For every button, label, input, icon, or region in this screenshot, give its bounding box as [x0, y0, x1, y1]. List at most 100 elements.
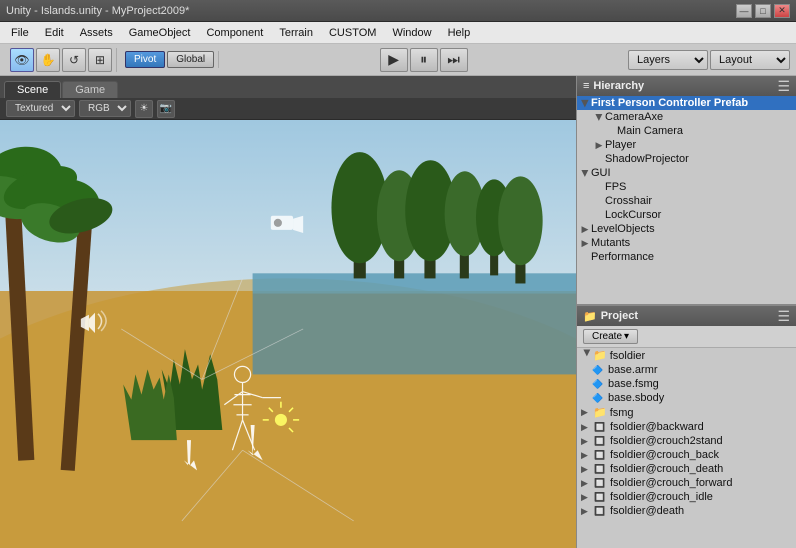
- eye-tool-button[interactable]: 👁: [10, 48, 34, 72]
- hierarchy-item-mutants[interactable]: ▶ Mutants: [577, 236, 796, 250]
- file-icon: 🔷: [591, 379, 605, 390]
- mutants-arrow: ▶: [579, 238, 591, 249]
- project-item-fsmg-folder[interactable]: ▶ 📁 fsmg: [577, 405, 796, 420]
- scene-game-tabs: Scene Game: [0, 76, 576, 98]
- hierarchy-header: ≡ Hierarchy ☰: [577, 76, 796, 96]
- project-item-fsoldier-crouch-idle[interactable]: ▶ 🔲 fsoldier@crouch_idle: [577, 490, 796, 504]
- step-button[interactable]: ⏭: [440, 48, 468, 72]
- main-area: Scene Game Textured RGB ☀ 📷: [0, 76, 796, 548]
- viewport[interactable]: [0, 120, 576, 548]
- fsmg-expand-icon: ▶: [581, 407, 593, 418]
- hierarchy-item-levelobjects[interactable]: ▶ LevelObjects: [577, 222, 796, 236]
- menu-assets[interactable]: Assets: [73, 25, 120, 41]
- rotate-tool-button[interactable]: ↺: [62, 48, 86, 72]
- project-header: 📁 Project ☰: [577, 306, 796, 326]
- hierarchy-item-fps[interactable]: FPS: [577, 180, 796, 194]
- cameraaxe-label: CameraAxe: [605, 111, 663, 123]
- hierarchy-item-maincamera[interactable]: Main Camera: [577, 124, 796, 138]
- hierarchy-item-crosshair[interactable]: Crosshair: [577, 194, 796, 208]
- project-content[interactable]: ▶ 📁 fsoldier 🔷 base.armr 🔷 base.fsmg 🔷: [577, 348, 796, 548]
- layers-group: Layers Layout: [628, 50, 790, 70]
- play-controls: ▶ ⏸ ⏭: [380, 48, 468, 72]
- shading-dropdown[interactable]: Textured: [6, 100, 75, 117]
- scene-canvas: [0, 120, 576, 548]
- file-icon: 🔷: [591, 393, 605, 404]
- shadowprojector-label: ShadowProjector: [605, 153, 689, 165]
- project-item-fsoldier-backward[interactable]: ▶ 🔲 fsoldier@backward: [577, 420, 796, 434]
- fsoldier-crouch-forward-label: fsoldier@crouch_forward: [610, 477, 732, 489]
- pivot-button[interactable]: Pivot: [125, 51, 165, 68]
- tab-scene[interactable]: Scene: [4, 81, 61, 98]
- play-button[interactable]: ▶: [380, 48, 408, 72]
- project-item-fsoldier-folder[interactable]: ▶ 📁 fsoldier: [577, 348, 796, 363]
- sky-layer: [0, 120, 576, 291]
- project-icon: 📁: [583, 310, 597, 323]
- grid-tool-button[interactable]: ⊞: [88, 48, 112, 72]
- fsoldier-crouch-death-label: fsoldier@crouch_death: [610, 463, 723, 475]
- menu-edit[interactable]: Edit: [38, 25, 71, 41]
- pause-button[interactable]: ⏸: [410, 48, 438, 72]
- fsoldier-crouch-back-label: fsoldier@crouch_back: [610, 449, 719, 461]
- project-item-fsoldier-crouch-back[interactable]: ▶ 🔲 fsoldier@crouch_back: [577, 448, 796, 462]
- hierarchy-item-fpc[interactable]: ▶ First Person Controller Prefab: [577, 96, 796, 110]
- sun-icon-button[interactable]: ☀: [135, 100, 153, 118]
- project-item-base-fsmg[interactable]: 🔷 base.fsmg: [577, 377, 796, 391]
- global-button[interactable]: Global: [167, 51, 214, 68]
- main-toolbar: 👁 ✋ ↺ ⊞ Pivot Global ▶ ⏸ ⏭ Layers Layou: [0, 44, 796, 76]
- fps-label: FPS: [605, 181, 626, 193]
- hand-icon: ✋: [41, 53, 56, 67]
- mesh-icon: 🔲: [593, 450, 607, 461]
- hand-tool-button[interactable]: ✋: [36, 48, 60, 72]
- fsoldier-folder-label: fsoldier: [610, 350, 645, 362]
- mesh-icon: 🔲: [593, 436, 607, 447]
- layers-dropdown[interactable]: Layers: [628, 50, 708, 70]
- menu-terrain[interactable]: Terrain: [272, 25, 320, 41]
- hierarchy-item-cameraaxe[interactable]: ▶ CameraAxe: [577, 110, 796, 124]
- create-chevron: ▾: [624, 331, 629, 342]
- hierarchy-item-lockcursor[interactable]: LockCursor: [577, 208, 796, 222]
- levelobjects-label: LevelObjects: [591, 223, 655, 235]
- rotate-icon: ↺: [69, 53, 79, 67]
- tool-group-view: 👁 ✋ ↺ ⊞: [6, 48, 117, 72]
- crouch-back-expand-icon: ▶: [581, 450, 593, 461]
- death-expand-icon: ▶: [581, 506, 593, 517]
- menu-custom[interactable]: CUSTOM: [322, 25, 383, 41]
- hierarchy-item-player[interactable]: ▶ Player: [577, 138, 796, 152]
- fsoldier-crouch2stand-label: fsoldier@crouch2stand: [610, 435, 723, 447]
- minimize-button[interactable]: —: [736, 4, 752, 18]
- color-dropdown[interactable]: RGB: [79, 100, 131, 117]
- create-button[interactable]: Create ▾: [583, 329, 638, 344]
- menu-file[interactable]: File: [4, 25, 36, 41]
- player-arrow: ▶: [593, 140, 605, 151]
- camera-icon-button[interactable]: 📷: [157, 100, 175, 118]
- project-item-base-armr[interactable]: 🔷 base.armr: [577, 363, 796, 377]
- crouch-idle-expand-icon: ▶: [581, 492, 593, 503]
- base-sbody-label: base.sbody: [608, 392, 664, 404]
- tab-game[interactable]: Game: [62, 81, 118, 98]
- sun-icon: ☀: [140, 103, 149, 114]
- project-menu-button[interactable]: ☰: [777, 308, 790, 325]
- menu-component[interactable]: Component: [199, 25, 270, 41]
- project-panel: 📁 Project ☰ Create ▾ ▶ 📁 fsoldier: [577, 306, 796, 548]
- project-item-fsoldier-crouch-forward[interactable]: ▶ 🔲 fsoldier@crouch_forward: [577, 476, 796, 490]
- hierarchy-item-shadowprojector[interactable]: ShadowProjector: [577, 152, 796, 166]
- menu-bar: File Edit Assets GameObject Component Te…: [0, 22, 796, 44]
- menu-help[interactable]: Help: [441, 25, 478, 41]
- hierarchy-content[interactable]: ▶ First Person Controller Prefab ▶ Camer…: [577, 96, 796, 306]
- base-fsmg-label: base.fsmg: [608, 378, 659, 390]
- project-item-fsoldier-crouch-death[interactable]: ▶ 🔲 fsoldier@crouch_death: [577, 462, 796, 476]
- layout-dropdown[interactable]: Layout: [710, 50, 790, 70]
- project-item-base-sbody[interactable]: 🔷 base.sbody: [577, 391, 796, 405]
- hierarchy-menu-button[interactable]: ☰: [777, 78, 790, 95]
- lockcursor-label: LockCursor: [605, 209, 661, 221]
- menu-window[interactable]: Window: [385, 25, 438, 41]
- project-item-fsoldier-death[interactable]: ▶ 🔲 fsoldier@death: [577, 504, 796, 518]
- project-item-fsoldier-crouch2stand[interactable]: ▶ 🔲 fsoldier@crouch2stand: [577, 434, 796, 448]
- maximize-button[interactable]: □: [755, 4, 771, 18]
- hierarchy-item-gui[interactable]: ▶ GUI: [577, 166, 796, 180]
- camera-icon: 📷: [160, 103, 172, 114]
- close-button[interactable]: ✕: [774, 4, 790, 18]
- hierarchy-icon: ≡: [583, 80, 589, 92]
- menu-gameobject[interactable]: GameObject: [122, 25, 198, 41]
- hierarchy-item-performance[interactable]: Performance: [577, 250, 796, 264]
